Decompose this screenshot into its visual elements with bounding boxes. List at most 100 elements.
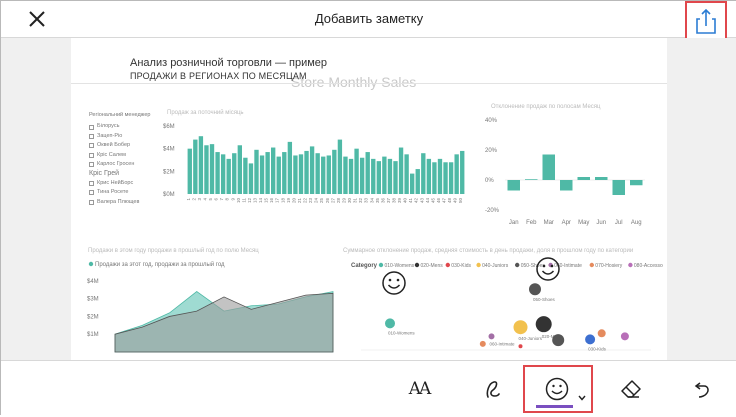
filter-item[interactable]: Оквей Бобер [89, 141, 150, 150]
filter-checkbox[interactable] [89, 152, 94, 158]
filter-item-label: Кріс Салем [97, 151, 126, 158]
scatter-point [597, 329, 606, 338]
x-tick-label: May [578, 220, 589, 226]
note-canvas[interactable]: Store Monthly Sales Анализ розничной тор… [1, 38, 736, 360]
legend-label: 070-Hosiery [595, 263, 622, 269]
filter-item[interactable]: Карлос Гросен [89, 160, 150, 169]
x-tick-label: Aug [631, 220, 642, 226]
smiley-sticker-icon[interactable] [381, 270, 407, 296]
scatter-point [535, 316, 552, 333]
scatter-point [585, 334, 596, 345]
y-tick-label: $4M [87, 279, 99, 285]
filter-item[interactable]: Валера Плющев [89, 198, 150, 207]
y-tick-label: $0M [163, 192, 175, 198]
variance-bar [560, 180, 573, 191]
x-tick-label: 46 [436, 198, 441, 204]
filter-checkbox[interactable] [89, 162, 94, 168]
bar [215, 152, 220, 194]
filter-item[interactable]: Білорусь [89, 122, 150, 131]
bar [393, 161, 398, 194]
filter-item[interactable]: Крис НейБорс [89, 179, 150, 188]
filter-item[interactable]: Тина Росете [89, 188, 150, 197]
legend-dot [378, 262, 384, 268]
variance-bar [595, 177, 608, 180]
bar [187, 148, 192, 194]
bar [376, 161, 381, 194]
bar [332, 149, 337, 194]
x-tick-label: 6 [214, 198, 219, 201]
report-title: Анализ розничной торговли — пример [130, 57, 328, 69]
x-tick-label: 17 [275, 198, 280, 204]
filter-checkbox[interactable] [89, 190, 94, 196]
legend-dot [589, 262, 594, 268]
filter-checkbox[interactable] [89, 199, 94, 205]
pen-tool-button[interactable] [473, 361, 513, 417]
y-tick-label: 40% [485, 118, 498, 124]
filter-checkbox[interactable] [89, 181, 94, 187]
y-tick-label: -20% [485, 208, 500, 214]
scatter-point [513, 320, 528, 335]
filter-checkbox[interactable] [89, 134, 94, 140]
x-tick-label: 39 [397, 198, 402, 204]
x-tick-label: 44 [425, 198, 430, 204]
x-tick-label: 24 [314, 198, 319, 204]
point-label: 040-Juniors [519, 336, 543, 341]
x-tick-label: 26 [325, 198, 330, 204]
scatter-chart-label: Суммарное отклонение продаж, средняя сто… [343, 248, 633, 254]
undo-tool-button[interactable] [683, 361, 723, 417]
share-icon [696, 8, 716, 34]
y-tick-label: $2M [163, 169, 175, 175]
bar [426, 158, 432, 194]
filter-item-label: Білорусь [97, 123, 120, 130]
bar [404, 154, 409, 194]
bar [382, 156, 387, 194]
filter-item[interactable]: Кріс Грей [89, 169, 150, 178]
text-tool-button[interactable]: AA [399, 361, 439, 417]
x-tick-label: 38 [392, 198, 397, 204]
filter-checkbox[interactable] [89, 143, 94, 149]
scatter-point [385, 318, 395, 329]
bar [354, 148, 359, 194]
legend-dot [88, 261, 94, 267]
bar [271, 147, 276, 194]
bar [343, 156, 348, 194]
legend-dot [515, 262, 520, 268]
bar [371, 158, 376, 194]
variance-bar [630, 180, 643, 186]
annotation-toolbar: AA [1, 360, 736, 416]
x-tick-label: 5 [208, 198, 213, 201]
smiley-sticker-icon[interactable] [535, 256, 561, 282]
filter-list: Регіональний менеджер Білорусь Зацеп-Ріо О… [89, 111, 150, 207]
filter-item[interactable]: Кріс Салем [89, 151, 150, 160]
y-tick-label: $4M [163, 147, 175, 153]
text-tool-icon: AA [408, 379, 432, 399]
y-tick-label: $3M [87, 297, 99, 303]
x-tick-label: 25 [319, 198, 324, 204]
x-tick-label: 35 [375, 198, 380, 204]
legend-label: 040-Juniors [482, 263, 509, 269]
bar [437, 158, 443, 194]
x-tick-label: 27 [330, 198, 335, 204]
filter-checkbox[interactable] [89, 124, 94, 130]
variance-bar [525, 179, 538, 180]
eraser-tool-button[interactable] [611, 361, 651, 417]
y-tick-label: $1M [87, 332, 99, 338]
bar [298, 154, 304, 194]
filter-item-label: Валера Плющев [97, 198, 140, 205]
bar [326, 155, 331, 194]
x-tick-label: 31 [353, 198, 358, 204]
filter-item-label: Тина Росете [97, 189, 129, 196]
bar [304, 150, 309, 194]
bar [198, 136, 204, 194]
filter-item[interactable]: Зацеп-Ріо [89, 132, 150, 141]
x-tick-label: 21 [297, 198, 302, 204]
bar [448, 162, 454, 194]
variance-bar [507, 180, 520, 191]
bar [232, 153, 237, 194]
y-tick-label: $2M [87, 314, 99, 320]
x-tick-label: 34 [369, 198, 374, 204]
active-tool-indicator [536, 405, 573, 408]
x-tick-label: 2 [191, 198, 196, 201]
x-tick-label: 33 [364, 198, 369, 204]
variance-bar [612, 180, 625, 195]
